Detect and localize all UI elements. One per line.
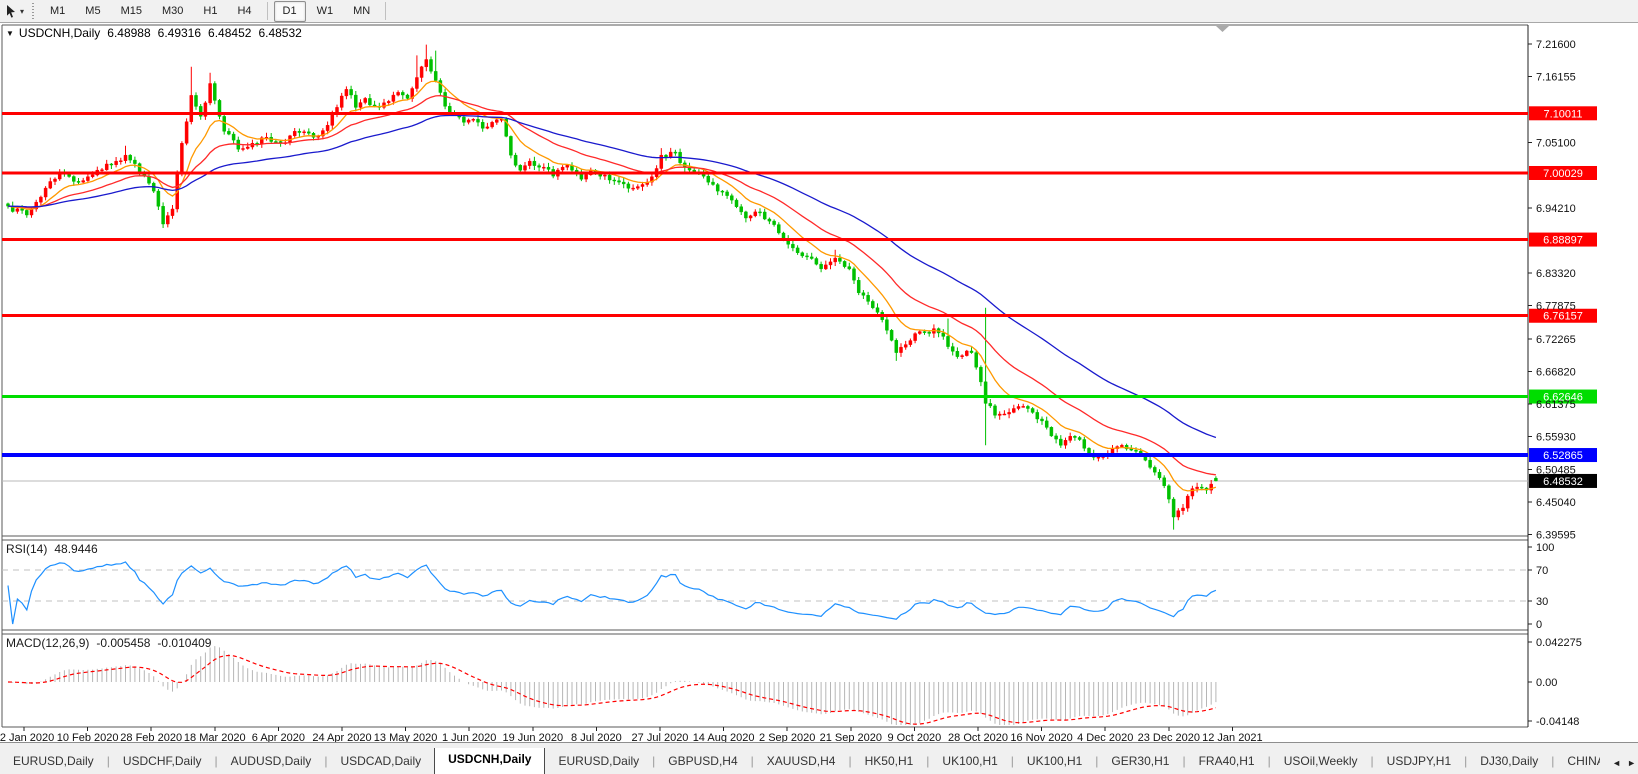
chart-menu-caret[interactable]: ▼ bbox=[6, 29, 14, 38]
timeframe-button-H4[interactable]: H4 bbox=[228, 1, 260, 22]
macd-tick-label: -0.04148 bbox=[1536, 716, 1579, 728]
rsi-tick-label: 0 bbox=[1536, 619, 1542, 631]
rsi-name: RSI(14) bbox=[6, 542, 47, 556]
level-badge-label: 6.76157 bbox=[1543, 311, 1583, 323]
price-tick-label: 6.83320 bbox=[1536, 268, 1576, 280]
date-axis-label: 18 Mar 2020 bbox=[184, 732, 246, 742]
ohlc-open: 6.48988 bbox=[107, 26, 150, 40]
date-axis-label: 13 May 2020 bbox=[374, 732, 438, 742]
toolbar: ▾ M1M5M15M30H1H4 D1W1MN bbox=[0, 0, 1638, 23]
price-tick-label: 7.05100 bbox=[1536, 138, 1576, 150]
chart-tab-usoil-weekly[interactable]: USOil,Weekly bbox=[1271, 748, 1371, 774]
ohlc-close: 6.48532 bbox=[258, 26, 301, 40]
price-tick-label: 6.66820 bbox=[1536, 367, 1576, 379]
chart-tab-bar: EURUSD,Daily|USDCHF,Daily|AUDUSD,Daily|U… bbox=[0, 742, 1638, 774]
date-axis-label: 16 Nov 2020 bbox=[1010, 732, 1072, 742]
macd-signal-value: -0.010409 bbox=[157, 636, 211, 650]
chart-tab-usdjpy-h1[interactable]: USDJPY,H1 bbox=[1374, 748, 1464, 774]
current-price-badge-label: 6.48532 bbox=[1543, 476, 1583, 488]
price-tick-label: 7.16155 bbox=[1536, 72, 1576, 84]
date-axis-label: 8 Jul 2020 bbox=[571, 732, 622, 742]
price-tick-label: 6.77875 bbox=[1536, 300, 1576, 312]
chart-tab-usdcad-daily[interactable]: USDCAD,Daily bbox=[327, 748, 434, 774]
timeframe-button-H1[interactable]: H1 bbox=[194, 1, 226, 22]
level-badge-label: 7.10011 bbox=[1544, 108, 1583, 120]
date-axis-label: 14 Aug 2020 bbox=[693, 732, 755, 742]
date-axis-label: 10 Feb 2020 bbox=[57, 732, 119, 742]
chart-tab-usdchf-daily[interactable]: USDCHF,Daily bbox=[110, 748, 215, 774]
rsi-tick-label: 70 bbox=[1536, 565, 1548, 577]
chart-tab-audusd-daily[interactable]: AUDUSD,Daily bbox=[218, 748, 325, 774]
date-axis-label: 2 Sep 2020 bbox=[759, 732, 815, 742]
price-tick-label: 6.94210 bbox=[1536, 203, 1576, 215]
timeframe-buttons: M1M5M15M30H1H4 D1W1MN bbox=[40, 1, 391, 22]
date-axis-label: 12 Jan 2021 bbox=[1202, 732, 1263, 742]
macd-value: -0.005458 bbox=[96, 636, 150, 650]
price-tick-label: 6.72265 bbox=[1536, 334, 1576, 346]
timeframe-button-M5[interactable]: M5 bbox=[76, 1, 109, 22]
chart-symbol-label: USDCNH,Daily bbox=[19, 26, 100, 40]
rsi-tick-label: 30 bbox=[1536, 596, 1548, 608]
rsi-value: 48.9446 bbox=[54, 542, 97, 556]
date-axis-label: 19 Jun 2020 bbox=[503, 732, 564, 742]
timeframe-button-MN[interactable]: MN bbox=[344, 1, 379, 22]
timeframe-button-D1[interactable]: D1 bbox=[274, 1, 306, 22]
rsi-tick-label: 100 bbox=[1536, 542, 1554, 554]
toolbar-separator bbox=[267, 2, 268, 20]
tabs-scroll-left[interactable]: ◄ bbox=[1612, 758, 1621, 768]
price-tick-label: 6.61375 bbox=[1536, 399, 1576, 411]
date-axis-label: 28 Feb 2020 bbox=[120, 732, 182, 742]
chart-tab-ger30-h1[interactable]: GER30,H1 bbox=[1098, 748, 1182, 774]
date-axis-label: 23 Dec 2020 bbox=[1138, 732, 1200, 742]
chart-canvas[interactable]: 7.100117.000296.888976.761576.626466.528… bbox=[0, 23, 1638, 742]
timeframe-button-M30[interactable]: M30 bbox=[153, 1, 192, 22]
chart-tab-eurusd-daily[interactable]: EURUSD,Daily bbox=[0, 748, 107, 774]
chart-tab-hk50-h1[interactable]: HK50,H1 bbox=[852, 748, 927, 774]
level-badge-label: 6.88897 bbox=[1543, 235, 1583, 247]
macd-indicator-label: MACD(12,26,9) -0.005458 -0.010409 bbox=[6, 636, 211, 650]
chart-tab-eurusd-daily[interactable]: EURUSD,Daily bbox=[545, 748, 652, 774]
date-axis-label: 28 Oct 2020 bbox=[948, 732, 1008, 742]
date-axis-label: 24 Apr 2020 bbox=[312, 732, 371, 742]
price-tick-label: 6.45040 bbox=[1536, 497, 1576, 509]
toolbar-separator bbox=[385, 2, 386, 20]
chart-tab-uk100-h1[interactable]: UK100,H1 bbox=[1014, 748, 1095, 774]
chart-tab-fra40-h1[interactable]: FRA40,H1 bbox=[1186, 748, 1268, 774]
chart-tab-usdcnh-daily[interactable]: USDCNH,Daily bbox=[434, 748, 545, 774]
level-badge-label: 7.00029 bbox=[1543, 168, 1583, 180]
chart-tab-gbpusd-h4[interactable]: GBPUSD,H4 bbox=[655, 748, 750, 774]
date-axis-label: 1 Jun 2020 bbox=[442, 732, 496, 742]
pointer-tool-button[interactable]: ▾ bbox=[0, 0, 28, 22]
price-tick-label: 7.21600 bbox=[1536, 39, 1576, 51]
tabs-scroll-right[interactable]: ► bbox=[1627, 758, 1636, 768]
pointer-tool-icon bbox=[4, 4, 18, 18]
level-badge-label: 6.52865 bbox=[1543, 450, 1583, 462]
date-axis-label: 9 Oct 2020 bbox=[887, 732, 941, 742]
ohlc-high: 6.49316 bbox=[158, 26, 201, 40]
macd-tick-label: 0.042275 bbox=[1536, 637, 1582, 649]
toolbar-grip[interactable] bbox=[32, 3, 34, 19]
pointer-tool-caret[interactable]: ▾ bbox=[20, 7, 24, 16]
date-axis-label: 27 Jul 2020 bbox=[632, 732, 689, 742]
chart-tab-china300-h1[interactable]: CHINA300,H1 bbox=[1554, 748, 1600, 774]
date-axis-label: 4 Dec 2020 bbox=[1077, 732, 1133, 742]
timeframe-button-W1[interactable]: W1 bbox=[308, 1, 343, 22]
timeframe-button-M1[interactable]: M1 bbox=[41, 1, 74, 22]
macd-name: MACD(12,26,9) bbox=[6, 636, 89, 650]
chart-window: 7.100117.000296.888976.761576.626466.528… bbox=[0, 23, 1638, 742]
chart-tab-uk100-h1[interactable]: UK100,H1 bbox=[929, 748, 1010, 774]
date-axis-label: 21 Sep 2020 bbox=[820, 732, 882, 742]
chart-title: ▼ USDCNH,Daily 6.48988 6.49316 6.48452 6.4853… bbox=[6, 26, 302, 40]
timeframe-button-M15[interactable]: M15 bbox=[112, 1, 151, 22]
macd-tick-label: 0.00 bbox=[1536, 677, 1557, 689]
ohlc-low: 6.48452 bbox=[208, 26, 251, 40]
chart-tab-dj30-daily[interactable]: DJ30,Daily bbox=[1467, 748, 1551, 774]
price-tick-label: 6.39595 bbox=[1536, 529, 1576, 541]
chart-tab-xauusd-h4[interactable]: XAUUSD,H4 bbox=[754, 748, 849, 774]
date-axis-label: 6 Apr 2020 bbox=[252, 732, 305, 742]
chart-tabs: EURUSD,Daily|USDCHF,Daily|AUDUSD,Daily|U… bbox=[0, 748, 1600, 774]
rsi-indicator-label: RSI(14) 48.9446 bbox=[6, 542, 98, 556]
date-axis-label: 22 Jan 2020 bbox=[0, 732, 54, 742]
price-tick-label: 6.55930 bbox=[1536, 432, 1576, 444]
